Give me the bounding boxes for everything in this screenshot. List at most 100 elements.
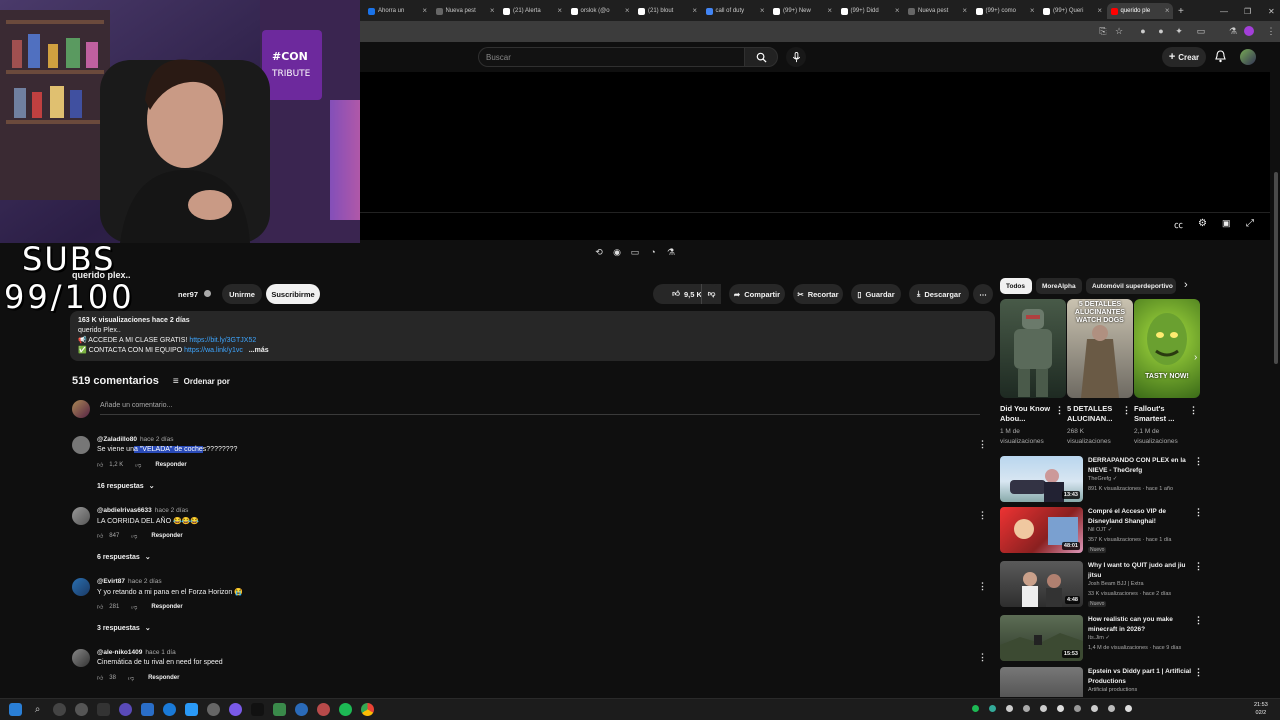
close-tab-icon[interactable]: × xyxy=(1165,6,1170,15)
clip-button[interactable]: ✂ Recortar xyxy=(793,284,843,304)
dislike-button[interactable]: 👎︎ xyxy=(701,284,721,304)
comment-menu-icon[interactable]: ⋮ xyxy=(978,581,987,592)
recommended-video[interactable]: Epstein vs Diddy part 1 | Artificial Pro… xyxy=(1000,667,1205,697)
sort-button[interactable]: ≡ Ordenar por xyxy=(173,376,230,387)
browser-tab[interactable]: (99+) Didd × xyxy=(837,3,903,19)
audio-icon[interactable]: ◉ xyxy=(610,245,624,259)
short-item[interactable]: Did You Know Abou... 1 M de visualizacio… xyxy=(1000,299,1066,447)
taskbar-chrome-icon[interactable] xyxy=(361,703,374,716)
taskbar-discord-icon[interactable] xyxy=(229,703,242,716)
taskbar-app-icon[interactable] xyxy=(317,703,330,716)
video-player[interactable]: ㏄ ⚙ ▣ ⤢ xyxy=(360,72,1270,240)
taskbar-app-icon[interactable] xyxy=(163,703,176,716)
close-tab-icon[interactable]: × xyxy=(422,6,427,15)
browser-tab[interactable]: (99+) New × xyxy=(769,3,835,19)
chrome-menu-icon[interactable]: ⋮ xyxy=(1266,26,1276,36)
comment-author[interactable]: @abdielrivas6633 hace 2 días xyxy=(97,507,188,514)
close-tab-icon[interactable]: × xyxy=(1097,6,1102,15)
tray-icon[interactable] xyxy=(1108,705,1115,712)
thumbs-up-icon[interactable]: 👍︎ xyxy=(97,603,103,611)
thumbs-down-icon[interactable]: 👎︎ xyxy=(135,461,141,469)
class-link[interactable]: https://bit.ly/3GTJX52 xyxy=(189,337,256,344)
subscribe-button[interactable]: Suscribirme xyxy=(266,284,320,304)
browser-tab[interactable]: call of duty × xyxy=(702,3,768,19)
tray-icon[interactable] xyxy=(989,705,996,712)
close-tab-icon[interactable]: × xyxy=(490,6,495,15)
comment-author[interactable]: @ale-niko1409 hace 1 día xyxy=(97,649,176,656)
page-scrollbar[interactable] xyxy=(1272,42,1280,698)
short-menu-icon[interactable]: ⋮ xyxy=(1189,405,1198,416)
recommended-video[interactable]: 15:53 How realistic can you make minecra… xyxy=(1000,615,1205,667)
profile-icon[interactable] xyxy=(1244,26,1254,36)
tray-icon[interactable] xyxy=(1125,705,1132,712)
comment-author[interactable]: @Evirt87 hace 2 días xyxy=(97,578,162,585)
close-tab-icon[interactable]: × xyxy=(692,6,697,15)
reply-button[interactable]: Responder xyxy=(151,604,182,610)
chip-all[interactable]: Todos xyxy=(1000,278,1032,294)
speed-icon[interactable]: ◔ xyxy=(646,245,660,259)
taskbar-app-icon[interactable] xyxy=(53,703,66,716)
close-tab-icon[interactable]: × xyxy=(557,6,562,15)
browser-tab[interactable]: (99+) Queri × xyxy=(1039,3,1105,19)
browser-tab[interactable]: (21) blout × xyxy=(634,3,700,19)
chip-morealpha[interactable]: MoreAlpha xyxy=(1036,278,1082,294)
chevron-right-icon[interactable]: › xyxy=(1184,279,1188,291)
join-button[interactable]: Unirme xyxy=(222,284,262,304)
save-button[interactable]: ▯ Guardar xyxy=(851,284,901,304)
sidebar-toggle-icon[interactable]: ▭ xyxy=(1196,26,1206,36)
tray-icon[interactable] xyxy=(1040,705,1047,712)
browser-tab[interactable]: orslok (@o × xyxy=(567,3,633,19)
screen-icon[interactable]: ▭ xyxy=(628,245,642,259)
view-replies-button[interactable]: 6 respuestas ⌄ xyxy=(97,553,151,562)
bookmark-star-icon[interactable]: ☆ xyxy=(1114,26,1124,36)
browser-tab[interactable]: Nueva pest × xyxy=(904,3,970,19)
windows-start-icon[interactable] xyxy=(9,703,22,716)
view-replies-button[interactable]: 16 respuestas ⌄ xyxy=(97,482,155,491)
download-button[interactable]: ⤓ Descargar xyxy=(909,284,969,304)
extension-icon[interactable]: ● xyxy=(1138,26,1148,36)
subtitles-icon[interactable]: ㏄ xyxy=(1174,218,1183,231)
loop-icon[interactable]: ⟲ xyxy=(592,245,606,259)
short-menu-icon[interactable]: ⋮ xyxy=(1122,405,1131,416)
voice-search-button[interactable] xyxy=(786,47,806,67)
taskbar-spotify-icon[interactable] xyxy=(339,703,352,716)
taskbar-app-icon[interactable] xyxy=(97,703,110,716)
search-input[interactable] xyxy=(479,48,744,66)
tray-icon[interactable] xyxy=(1023,705,1030,712)
comment-menu-icon[interactable]: ⋮ xyxy=(978,510,987,521)
shorts-next-icon[interactable]: › xyxy=(1194,352,1197,363)
install-icon[interactable]: ⎘ xyxy=(1098,26,1108,36)
taskbar-clock[interactable]: 21:53 02/2 xyxy=(1254,701,1268,717)
reply-button[interactable]: Responder xyxy=(155,462,186,468)
lab-icon[interactable]: ⚗ xyxy=(664,245,678,259)
browser-tab[interactable]: Nueva pest × xyxy=(432,3,498,19)
tray-icon[interactable] xyxy=(972,705,979,712)
video-menu-icon[interactable]: ⋮ xyxy=(1194,667,1203,678)
taskbar-app-icon[interactable] xyxy=(75,703,88,716)
chrome-labs-icon[interactable]: ⚗ xyxy=(1228,26,1238,36)
add-comment-input[interactable]: Añade un comentario... xyxy=(100,399,980,415)
browser-tab[interactable]: querido ple × xyxy=(1106,3,1173,19)
tray-icon[interactable] xyxy=(1006,705,1013,712)
extension-icon-2[interactable]: ● xyxy=(1156,26,1166,36)
close-tab-icon[interactable]: × xyxy=(827,6,832,15)
close-window-icon[interactable]: ✕ xyxy=(1264,3,1279,19)
video-menu-icon[interactable]: ⋮ xyxy=(1194,507,1203,518)
taskbar-app-icon[interactable] xyxy=(273,703,286,716)
search-button[interactable] xyxy=(744,47,778,67)
short-item[interactable]: 5 DETALLES ALUCINANTES WATCH DOGS 5 DETA… xyxy=(1067,299,1133,447)
close-tab-icon[interactable]: × xyxy=(760,6,765,15)
comment-menu-icon[interactable]: ⋮ xyxy=(978,652,987,663)
browser-tab[interactable]: (99+) como × xyxy=(972,3,1038,19)
settings-gear-icon[interactable]: ⚙ xyxy=(1198,218,1207,229)
team-link[interactable]: https://wa.link/y1vc xyxy=(184,347,243,354)
maximize-icon[interactable]: ❐ xyxy=(1240,3,1255,19)
taskbar-app-icon[interactable] xyxy=(207,703,220,716)
taskbar-tiktok-icon[interactable] xyxy=(251,703,264,716)
close-tab-icon[interactable]: × xyxy=(1030,6,1035,15)
extensions-puzzle-icon[interactable]: ✦ xyxy=(1174,26,1184,36)
chip-supercar[interactable]: Automóvil superdeportivo xyxy=(1086,278,1176,294)
reply-button[interactable]: Responder xyxy=(148,675,179,681)
reply-button[interactable]: Responder xyxy=(151,533,182,539)
video-menu-icon[interactable]: ⋮ xyxy=(1194,561,1203,572)
